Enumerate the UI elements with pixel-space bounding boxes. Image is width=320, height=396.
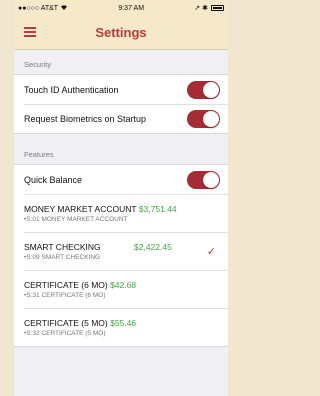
status-bar: ●●○○○ AT&T 9:37 AM ↗ ✱ [14, 0, 228, 16]
carrier-label: ●●○○○ AT&T [18, 4, 59, 12]
account-subtitle: •S:32 CERTIFICATE (5 MO) [24, 329, 106, 337]
section-header-security: Security [24, 60, 52, 69]
touch-id-label: Touch ID Authentication [24, 84, 119, 95]
wifi-icon [60, 4, 68, 12]
account-item-money-market[interactable]: MONEY MARKET ACCOUNT $3,751.44 •S:01 MON… [14, 194, 228, 232]
account-balance: $2,422.45 [134, 241, 172, 252]
checkmark-icon: ✓ [206, 246, 216, 258]
features-group: Quick Balance MONEY MARKET ACCOUNT $3,75… [14, 164, 228, 347]
biometrics-startup-label: Request Biometrics on Startup [24, 113, 147, 124]
security-group: Touch ID Authentication Request Biometri… [14, 74, 228, 134]
account-item-certificate-5mo[interactable]: CERTIFICATE (5 MO) $55.46 •S:32 CERTIFIC… [14, 308, 228, 346]
account-name: CERTIFICATE (6 MO) [24, 279, 108, 290]
toggle-knob [203, 171, 219, 188]
biometrics-startup-row: Request Biometrics on Startup [14, 104, 228, 133]
page-title: Settings [95, 25, 147, 40]
account-subtitle: •S:31 CERTIFICATE (6 MO) [24, 291, 106, 299]
toggle-knob [203, 81, 219, 98]
account-item-smart-checking[interactable]: SMART CHECKING $2,422.45 •S:09 SMART CHE… [14, 232, 228, 270]
status-time: 9:37 AM [118, 4, 145, 12]
phone-screen: ●●○○○ AT&T 9:37 AM ↗ ✱ Settings Security… [14, 0, 228, 396]
battery-icon [210, 5, 224, 11]
account-balance: $3,751.44 [138, 203, 177, 214]
touch-id-toggle[interactable] [187, 80, 220, 99]
touch-id-row: Touch ID Authentication [14, 75, 228, 104]
quick-balance-toggle[interactable] [187, 170, 220, 189]
account-balance: $55.46 [110, 317, 137, 328]
account-item-certificate-6mo[interactable]: CERTIFICATE (6 MO) $42.68 •S:31 CERTIFIC… [14, 270, 228, 308]
account-subtitle: •S:01 MONEY MARKET ACCOUNT [24, 215, 128, 223]
account-subtitle: •S:09 SMART CHECKING [24, 253, 101, 261]
hamburger-menu-icon[interactable] [24, 27, 36, 37]
section-header-features: Features [24, 150, 54, 159]
location-bluetooth-icons: ↗ ✱ [194, 5, 208, 12]
quick-balance-label: Quick Balance [24, 174, 83, 185]
account-name: MONEY MARKET ACCOUNT [24, 203, 137, 214]
quick-balance-row: Quick Balance [14, 165, 228, 194]
account-balance: $42.68 [110, 279, 137, 290]
biometrics-startup-toggle[interactable] [187, 109, 220, 128]
toggle-knob [203, 110, 219, 127]
nav-bar: Settings [14, 16, 228, 50]
account-name: CERTIFICATE (5 MO) [24, 317, 108, 328]
account-name: SMART CHECKING [24, 241, 101, 252]
